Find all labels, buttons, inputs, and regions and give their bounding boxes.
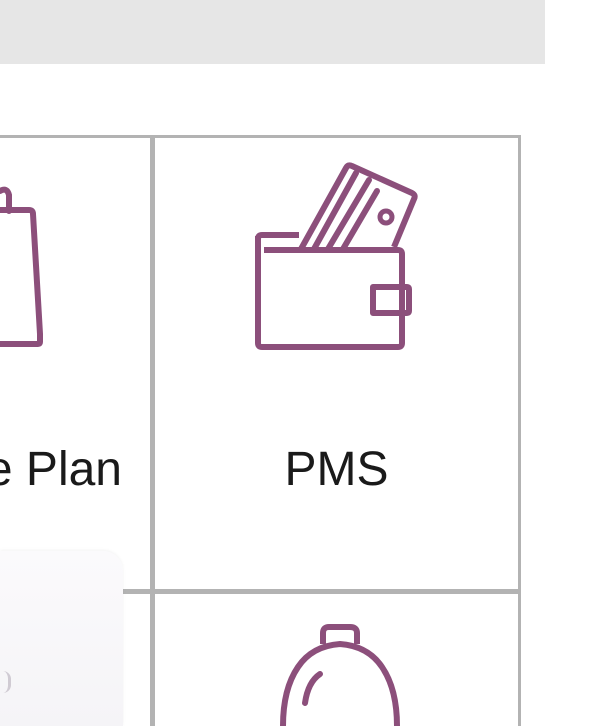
bell-icon	[280, 624, 400, 726]
grid-right-border	[518, 135, 521, 726]
floating-card[interactable]	[0, 551, 123, 726]
tile-plan-label: e Plan	[0, 443, 122, 496]
wallet-card-icon	[255, 162, 418, 350]
shopping-bag-icon	[0, 186, 43, 347]
tile-pms[interactable]: PMS	[155, 138, 518, 589]
tile-pms-label: PMS	[284, 443, 389, 496]
card-handle	[0, 671, 11, 693]
tile-plan[interactable]: e Plan	[0, 138, 150, 589]
tile-notifications[interactable]	[155, 594, 518, 726]
top-bar	[0, 0, 545, 64]
